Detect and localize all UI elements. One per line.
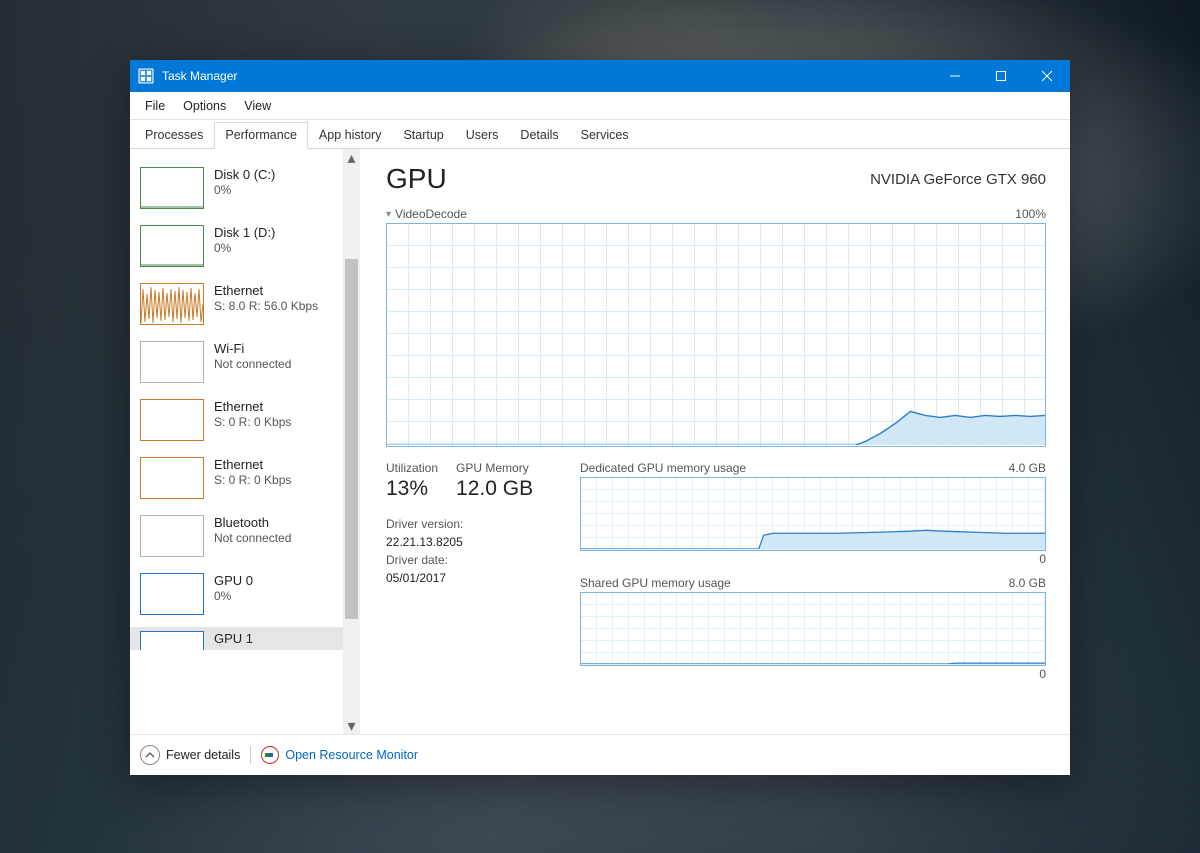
sidebar-item-wifi[interactable]: Wi-FiNot connected [140,337,360,395]
graph-max: 100% [1015,207,1046,221]
item-sub: S: 0 R: 0 Kbps [214,415,291,430]
item-title: GPU 0 [214,573,253,589]
tab-processes[interactable]: Processes [134,122,214,149]
app-icon [138,68,154,84]
sidebar-item-disk0[interactable]: Disk 0 (C:)0% [140,163,360,221]
open-resource-monitor-label: Open Resource Monitor [285,748,418,762]
sparkline-icon [140,167,204,209]
sidebar-item-ethernet-2[interactable]: EthernetS: 0 R: 0 Kbps [140,453,360,511]
scroll-up-icon[interactable]: ▴ [343,149,360,166]
window-title: Task Manager [162,69,237,83]
sparkline-icon [140,341,204,383]
gpu-memory-label: GPU Memory [456,461,533,475]
item-title: Wi-Fi [214,341,291,357]
menu-view[interactable]: View [235,95,280,117]
fewer-details-button[interactable]: Fewer details [140,745,240,765]
tab-performance[interactable]: Performance [214,122,308,149]
sparkline-icon [140,573,204,615]
item-sub: 0% [214,241,275,256]
item-title: GPU 1 [214,631,253,647]
sparkline-icon [140,631,204,650]
task-manager-window: Task Manager File Options View Processes… [130,60,1070,775]
menu-options[interactable]: Options [174,95,235,117]
sidebar-item-gpu0[interactable]: GPU 00% [140,569,360,627]
scrollbar[interactable]: ▴ ▾ [343,149,360,734]
driver-version-value: 22.21.13.8205 [386,533,556,551]
minimize-button[interactable] [932,60,978,92]
shared-floor: 0 [580,667,1046,681]
video-decode-dropdown[interactable]: ▾ VideoDecode [386,207,467,221]
main-panel: GPU NVIDIA GeForce GTX 960 ▾VideoDecode … [360,149,1070,734]
sparkline-icon [140,515,204,557]
item-title: Ethernet [214,457,291,473]
performance-sidebar: Disk 0 (C:)0% Disk 1 (D:)0% EthernetS: 8… [130,149,360,734]
shared-memory-graph [580,592,1046,666]
item-title: Disk 1 (D:) [214,225,275,241]
sparkline-icon [140,283,204,325]
item-sub: 0% [214,183,275,198]
fewer-details-label: Fewer details [166,748,240,762]
utilization-label: Utilization [386,461,438,475]
menubar: File Options View [130,92,1070,120]
sidebar-list[interactable]: Disk 0 (C:)0% Disk 1 (D:)0% EthernetS: 8… [130,149,360,734]
sparkline-icon [140,399,204,441]
chevron-up-icon [140,745,160,765]
sparkline-icon [140,225,204,267]
tab-app-history[interactable]: App history [308,122,393,149]
maximize-button[interactable] [978,60,1024,92]
tab-users[interactable]: Users [455,122,510,149]
scroll-down-icon[interactable]: ▾ [343,717,360,734]
tab-details[interactable]: Details [509,122,569,149]
chevron-down-icon: ▾ [386,209,391,220]
video-decode-graph [386,223,1046,447]
item-sub: S: 0 R: 0 Kbps [214,473,291,488]
tab-startup[interactable]: Startup [392,122,454,149]
dedicated-floor: 0 [580,552,1046,566]
item-sub: Not connected [214,531,291,546]
item-sub: 0% [214,589,253,604]
driver-date-value: 05/01/2017 [386,569,556,587]
graph-label: VideoDecode [395,207,467,221]
resource-monitor-icon [261,746,279,764]
utilization-value: 13% [386,477,438,501]
sidebar-item-ethernet-1[interactable]: EthernetS: 0 R: 0 Kbps [140,395,360,453]
titlebar[interactable]: Task Manager [130,60,1070,92]
statusbar: Fewer details Open Resource Monitor [130,734,1070,775]
tab-services[interactable]: Services [570,122,640,149]
item-sub: Not connected [214,357,291,372]
dedicated-max: 4.0 GB [1009,461,1046,475]
item-sub: S: 8.0 R: 56.0 Kbps [214,299,318,314]
tabbar: Processes Performance App history Startu… [130,120,1070,149]
gpu-memory-value: 12.0 GB [456,477,533,501]
menu-file[interactable]: File [136,95,174,117]
open-resource-monitor-link[interactable]: Open Resource Monitor [261,746,418,764]
item-title: Disk 0 (C:) [214,167,275,183]
close-button[interactable] [1024,60,1070,92]
item-title: Bluetooth [214,515,291,531]
dedicated-memory-graph [580,477,1046,551]
dedicated-label: Dedicated GPU memory usage [580,461,746,475]
gpu-device-name: NVIDIA GeForce GTX 960 [870,171,1046,188]
stats-left: Utilization 13% GPU Memory 12.0 GB Drive… [386,461,556,681]
driver-date-label: Driver date: [386,551,556,569]
item-title: Ethernet [214,283,318,299]
sidebar-item-gpu1[interactable]: GPU 1 [130,627,360,650]
sidebar-item-bluetooth[interactable]: BluetoothNot connected [140,511,360,569]
scrollbar-thumb[interactable] [345,259,358,619]
sparkline-icon [140,457,204,499]
sidebar-item-disk1[interactable]: Disk 1 (D:)0% [140,221,360,279]
driver-version-label: Driver version: [386,515,556,533]
item-title: Ethernet [214,399,291,415]
sidebar-item-ethernet-0[interactable]: EthernetS: 8.0 R: 56.0 Kbps [140,279,360,337]
client-area: Disk 0 (C:)0% Disk 1 (D:)0% EthernetS: 8… [130,149,1070,734]
separator [250,746,251,764]
shared-label: Shared GPU memory usage [580,576,731,590]
shared-max: 8.0 GB [1009,576,1046,590]
